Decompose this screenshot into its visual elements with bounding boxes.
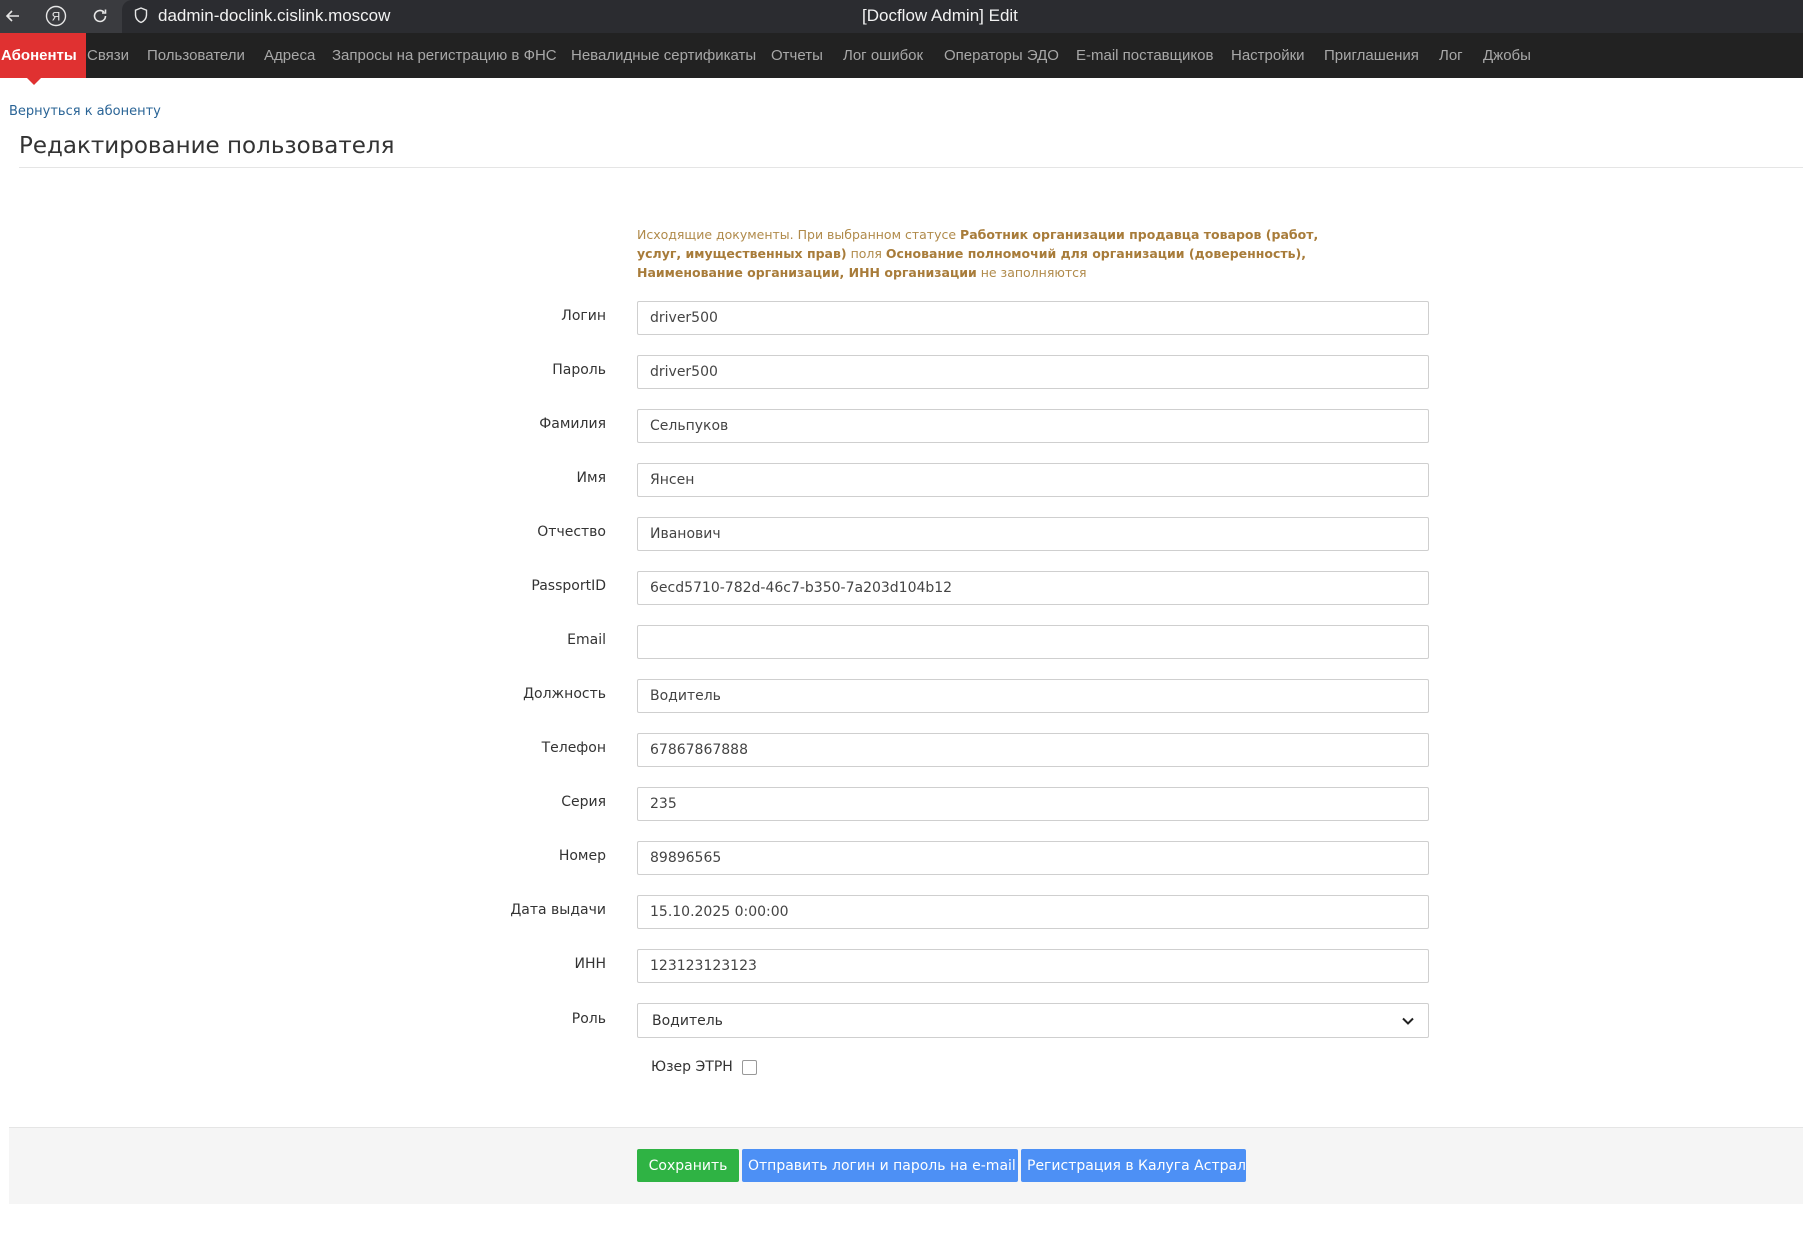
- save-button[interactable]: Сохранить: [637, 1149, 739, 1182]
- title-divider: [19, 167, 1803, 168]
- chevron-down-icon: [1402, 1013, 1414, 1029]
- passport-series-label: Серия: [561, 794, 606, 810]
- patronymic-input[interactable]: [637, 517, 1429, 551]
- address-url[interactable]: dadmin-doclink.cislink.moscow: [158, 6, 390, 26]
- position-label: Должность: [523, 686, 606, 702]
- page-tab-title: [Docflow Admin] Edit: [862, 6, 1018, 25]
- notice-text: поля: [846, 246, 886, 261]
- last-name-label: Фамилия: [539, 416, 606, 432]
- first-name-label: Имя: [576, 470, 606, 486]
- browser-toolbar: Я dadmin-doclink.cislink.moscow [Docflow…: [0, 0, 1803, 33]
- email-input[interactable]: [637, 625, 1429, 659]
- back-arrow-icon[interactable]: [0, 3, 26, 29]
- password-label: Пароль: [552, 362, 606, 378]
- inn-label: ИНН: [574, 956, 606, 972]
- nav-item-error-log[interactable]: Лог ошибок: [843, 33, 923, 78]
- passport-number-input[interactable]: [637, 841, 1429, 875]
- login-input[interactable]: [637, 301, 1429, 335]
- position-input[interactable]: [637, 679, 1429, 713]
- etrn-user-row: Юзер ЭТРН: [651, 1059, 757, 1075]
- nav-item-log[interactable]: Лог: [1439, 33, 1463, 78]
- phone-input[interactable]: [637, 733, 1429, 767]
- passport-id-input[interactable]: [637, 571, 1429, 605]
- nav-item-addresses[interactable]: Адреса: [264, 33, 315, 78]
- nav-item-label: Абоненты: [1, 47, 77, 64]
- first-name-input[interactable]: [637, 463, 1429, 497]
- nav-item-reports[interactable]: Отчеты: [771, 33, 823, 78]
- role-selected-value: Водитель: [652, 1012, 723, 1029]
- issue-date-input[interactable]: [637, 895, 1429, 929]
- notice-text: не заполняются: [976, 265, 1087, 280]
- role-label: Роль: [571, 1011, 606, 1027]
- send-credentials-email-button[interactable]: Отправить логин и пароль на e-mail: [742, 1149, 1018, 1182]
- password-input[interactable]: [637, 355, 1429, 389]
- page-title: Редактирование пользователя: [19, 133, 395, 159]
- phone-label: Телефон: [541, 740, 606, 756]
- nav-item-users[interactable]: Пользователи: [147, 33, 245, 78]
- issue-date-label: Дата выдачи: [510, 902, 606, 918]
- active-caret-icon: [27, 78, 41, 85]
- svg-text:Я: Я: [52, 10, 61, 24]
- yandex-logo-icon[interactable]: Я: [43, 3, 69, 29]
- reload-icon[interactable]: [87, 3, 113, 29]
- nav-item-invitations[interactable]: Приглашения: [1324, 33, 1419, 78]
- nav-item-supplier-emails[interactable]: E-mail поставщиков: [1076, 33, 1213, 78]
- inn-input[interactable]: [637, 949, 1429, 983]
- address-bar[interactable]: dadmin-doclink.cislink.moscow [Docflow A…: [122, 0, 1803, 33]
- nav-item-subscribers[interactable]: Абоненты: [0, 33, 86, 85]
- last-name-input[interactable]: [637, 409, 1429, 443]
- etrn-user-label: Юзер ЭТРН: [651, 1059, 733, 1075]
- nav-item-edo-operators[interactable]: Операторы ЭДО: [944, 33, 1059, 78]
- passport-number-label: Номер: [558, 848, 606, 864]
- patronymic-label: Отчество: [537, 524, 606, 540]
- passport-id-label: PassportID: [531, 578, 606, 594]
- passport-series-input[interactable]: [637, 787, 1429, 821]
- login-label: Логин: [561, 308, 606, 324]
- nav-item-settings[interactable]: Настройки: [1231, 33, 1305, 78]
- back-to-subscriber-link[interactable]: Вернуться к абоненту: [9, 104, 161, 119]
- role-select[interactable]: Водитель: [637, 1003, 1429, 1038]
- nav-item-jobs[interactable]: Джобы: [1483, 33, 1531, 78]
- nav-item-links[interactable]: Связи: [87, 33, 129, 78]
- shield-icon: [134, 7, 148, 29]
- etrn-user-checkbox[interactable]: [741, 1059, 757, 1075]
- notice-text: Исходящие документы. При выбранном стату…: [637, 227, 961, 242]
- email-label: Email: [567, 632, 606, 648]
- top-navbar: Абоненты Связи Пользователи Адреса Запро…: [0, 33, 1803, 85]
- nav-item-fns-requests[interactable]: Запросы на регистрацию в ФНС: [332, 33, 557, 78]
- register-kaluga-astral-button[interactable]: Регистрация в Калуга Астрал: [1021, 1149, 1246, 1182]
- outgoing-docs-notice: Исходящие документы. При выбранном стату…: [637, 225, 1357, 282]
- nav-item-invalid-certificates[interactable]: Невалидные сертификаты: [571, 33, 756, 78]
